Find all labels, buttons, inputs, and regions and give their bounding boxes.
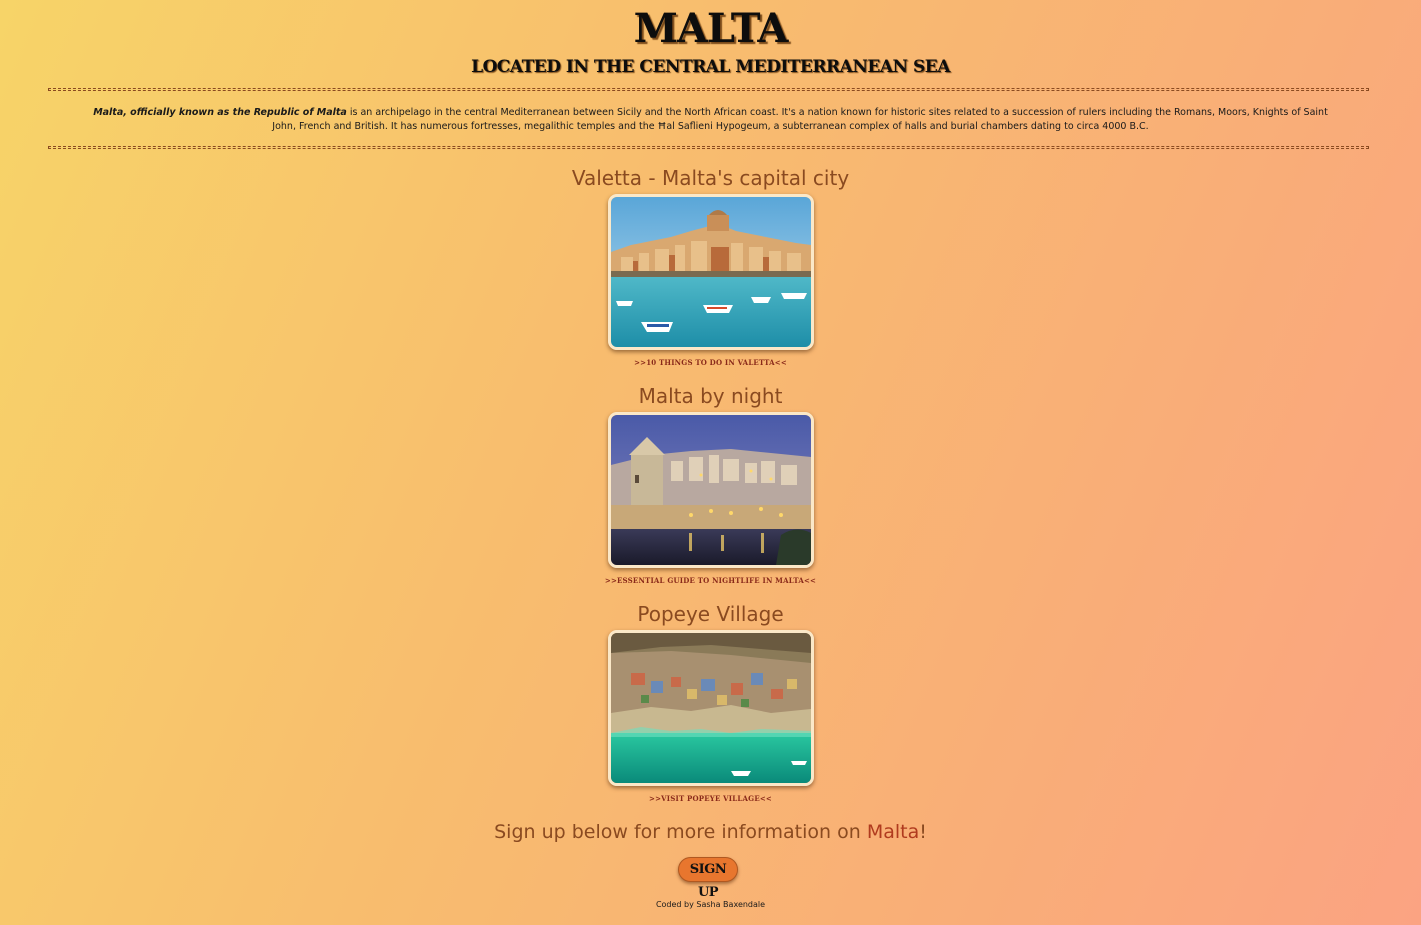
- signup-text: Sign up below for more information on Ma…: [0, 820, 1421, 844]
- signup-accent: Malta: [866, 821, 920, 843]
- intro-lead: Malta, officially known as the Republic …: [93, 107, 347, 118]
- page-subtitle: LOCATED IN THE CENTRAL MEDITERRANEAN SEA: [471, 57, 950, 77]
- page-title: MALTA: [633, 5, 789, 52]
- section-heading: Valetta - Malta's capital city: [571, 166, 850, 190]
- popeye-village-photo: [607, 630, 814, 786]
- signup-button[interactable]: SIGN UP: [678, 857, 738, 900]
- intro-body: is an archipelago in the central Mediter…: [272, 107, 1328, 132]
- malta-night-photo: [607, 412, 814, 568]
- divider-top: [48, 88, 1369, 91]
- valletta-harbour-photo: [607, 194, 814, 350]
- signup-text-before: Sign up below for more information on: [494, 821, 867, 843]
- signup-text-after: !: [919, 821, 927, 843]
- section-heading: Popeye Village: [637, 602, 784, 626]
- section-night: Malta by night >>ESSENTIAL GUIDE TO NIGH…: [0, 384, 1421, 588]
- valletta-link[interactable]: >>10 things to do in Valetta<<: [634, 358, 787, 367]
- footer-credit: Coded by Sasha Baxendale: [655, 900, 766, 909]
- popeye-link[interactable]: >>Visit Popeye Village<<: [649, 794, 772, 803]
- page-header: MALTA LOCATED IN THE CENTRAL MEDITERRANE…: [0, 0, 1421, 78]
- section-heading: Malta by night: [638, 384, 783, 408]
- nightlife-link[interactable]: >>Essential guide to nightlife in Malta<…: [605, 576, 816, 585]
- divider-bottom: [48, 146, 1369, 149]
- section-popeye: Popeye Village >>VISIT POPEYE VILLAGE<<: [0, 602, 1421, 806]
- section-valletta: Valetta - Malta's capital city >>10 THIN…: [0, 166, 1421, 370]
- intro-paragraph: Malta, officially known as the Republic …: [80, 106, 1341, 134]
